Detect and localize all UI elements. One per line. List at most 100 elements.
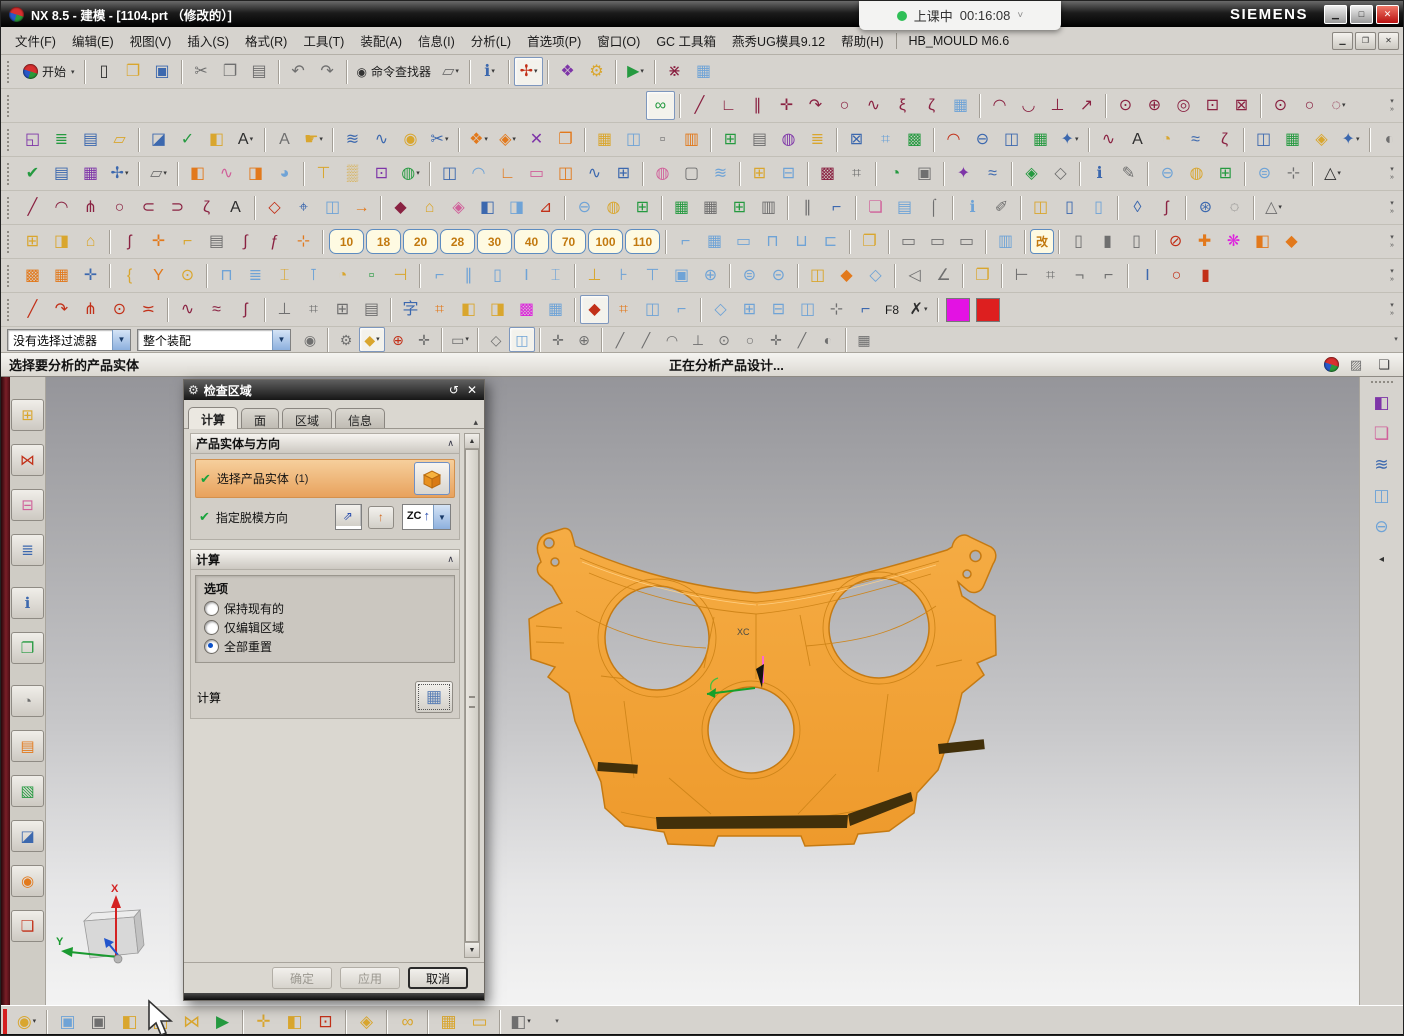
toolbar-icon[interactable]: A: [221, 193, 250, 222]
dropdown-caret-icon[interactable]: ▾: [250, 136, 254, 143]
dropdown-caret-icon[interactable]: ▾: [319, 136, 323, 143]
intersection[interactable]: ○: [1295, 91, 1324, 120]
toolbar-icon[interactable]: ▦: [541, 295, 570, 324]
snap-point[interactable]: ◆▾: [359, 327, 385, 352]
studio-spline[interactable]: ξ: [888, 91, 917, 120]
toolbar-icon[interactable]: ⊺: [299, 261, 328, 290]
fit-view-icon[interactable]: ❏: [1373, 354, 1395, 376]
toolbar-grip[interactable]: [7, 61, 13, 83]
toolbar-icon[interactable]: ◇: [1046, 159, 1075, 188]
dropdown-caret-icon[interactable]: ▾: [527, 1018, 531, 1025]
point-on-curve[interactable]: ⊕: [385, 327, 411, 352]
toolbar-icon[interactable]: ◫: [1026, 193, 1055, 222]
toolbar-icon[interactable]: ◔: [881, 159, 910, 188]
dropdown-caret-icon[interactable]: ▾: [1356, 136, 1360, 143]
chevron-down-icon[interactable]: ˅: [1017, 10, 1023, 21]
interpart-link[interactable]: ∞: [392, 1007, 423, 1036]
toolbar-icon[interactable]: ⊜: [735, 261, 764, 290]
model-part[interactable]: XC: [506, 516, 1006, 856]
toolbar-icon[interactable]: ⊞: [1211, 159, 1240, 188]
toolbar-icon[interactable]: ⊟: [774, 159, 803, 188]
toolbar-icon[interactable]: ◫: [551, 159, 580, 188]
toolbar-icon[interactable]: ⌖: [289, 193, 318, 222]
toolbar-icon[interactable]: ʃ: [231, 295, 260, 324]
make-corner[interactable]: ◎: [1169, 91, 1198, 120]
select-body-button[interactable]: [414, 462, 450, 495]
point[interactable]: ✛: [411, 327, 437, 352]
toolbar-icon[interactable]: ⌐: [1094, 261, 1123, 290]
radio-reset-all[interactable]: 全部重置: [204, 637, 446, 656]
toolbar-icon[interactable]: ⊖: [968, 125, 997, 154]
toolbar-icon[interactable]: ⌠: [919, 193, 948, 222]
toolbar-icon[interactable]: ▥: [991, 227, 1020, 256]
toolbar-icon[interactable]: ╱: [607, 327, 633, 352]
toolbar-icon[interactable]: ⊹: [822, 295, 851, 324]
point[interactable]: ✛: [772, 91, 801, 120]
toolbar-icon[interactable]: ⌗: [299, 295, 328, 324]
toolbar-icon[interactable]: ◍: [599, 193, 628, 222]
toolbar-icon[interactable]: ☛▾: [299, 125, 328, 154]
snapshot[interactable]: ▣: [83, 1007, 114, 1036]
toolbar-icon[interactable]: ▩: [18, 261, 47, 290]
toolbar-icon[interactable]: ʃ: [115, 227, 144, 256]
toolbar-icon[interactable]: ◧: [454, 295, 483, 324]
toolbar-icon[interactable]: ⌗: [609, 295, 638, 324]
tab-scroll-up-icon[interactable]: ▴: [473, 417, 480, 428]
toolbar-icon[interactable]: ◇: [861, 261, 890, 290]
assembly-constraints[interactable]: ⋈: [176, 1007, 207, 1036]
toolbar-icon[interactable]: ◈: [1307, 125, 1336, 154]
right-tool-tube[interactable]: ⊖: [1368, 513, 1396, 540]
toolbar-icon[interactable]: ▤: [745, 125, 774, 154]
toolbar-icon[interactable]: ζ: [192, 193, 221, 222]
toolbar-icon[interactable]: I: [1133, 261, 1162, 290]
toolbar-icon[interactable]: ◨: [502, 193, 531, 222]
toolbar-grip[interactable]: [7, 265, 13, 287]
toolbar-icon[interactable]: ▦: [696, 193, 725, 222]
dropdown-caret-icon[interactable]: ▾: [1337, 170, 1341, 177]
toolbar-icon[interactable]: ∥: [454, 261, 483, 290]
toolbar-icon[interactable]: ⌐: [425, 261, 454, 290]
toolbar-icon[interactable]: ◆: [832, 261, 861, 290]
dialog-menu-icon[interactable]: ⚙: [188, 383, 199, 397]
toolbar-icon[interactable]: ⊹: [289, 227, 318, 256]
toolbar-grip[interactable]: [7, 129, 13, 151]
size-button-40[interactable]: 40: [514, 229, 549, 254]
toolbar-icon[interactable]: ⊛: [1191, 193, 1220, 222]
toolbar-icon[interactable]: ∥: [793, 193, 822, 222]
toolbar-icon[interactable]: ◨: [483, 295, 512, 324]
toolbar-icon[interactable]: ◠: [47, 193, 76, 222]
toolbar-icon[interactable]: A▾: [231, 125, 260, 154]
size-button-28[interactable]: 28: [440, 229, 475, 254]
toolbar-icon[interactable]: ≈: [1181, 125, 1210, 154]
toolbar-icon[interactable]: ℹ: [958, 193, 987, 222]
toolbar-grip[interactable]: [7, 95, 13, 117]
toolbar-icon[interactable]: ✚: [1190, 227, 1219, 256]
toolbar-icon[interactable]: ╱: [789, 327, 815, 352]
dropdown-caret-icon[interactable]: ▾: [1342, 102, 1346, 109]
menu-item-9[interactable]: 首选项(P): [519, 27, 589, 54]
toolbar-icon[interactable]: ▱: [105, 125, 134, 154]
toolbar-icon[interactable]: ≣: [803, 125, 832, 154]
vector-type-combo[interactable]: ZC ↑ ▼: [402, 504, 451, 530]
toolbar-icon[interactable]: ⊤: [638, 261, 667, 290]
toolbar-icon[interactable]: A: [270, 125, 299, 154]
toolbar-icon[interactable]: ⌐: [667, 295, 696, 324]
bottom-toolbar-overflow[interactable]: ▾: [550, 1018, 564, 1026]
toolbar-icon[interactable]: I: [512, 261, 541, 290]
redo[interactable]: ↷: [313, 57, 342, 86]
dropdown-caret-icon[interactable]: ▾: [924, 306, 928, 313]
selection-scope-combo[interactable]: 整个装配 ▼: [137, 329, 291, 351]
toolbar-icon[interactable]: ✛: [144, 227, 173, 256]
toolbar-icon[interactable]: ⋔: [76, 193, 105, 222]
toolbar-icon[interactable]: △▾: [1259, 193, 1288, 222]
toolbar-icon[interactable]: ❏: [861, 193, 890, 222]
toolbar-icon[interactable]: ◌: [1220, 193, 1249, 222]
resource-tab-assembly-navigator[interactable]: ⊞: [11, 399, 44, 431]
toolbar-grip[interactable]: [7, 163, 13, 185]
snap-point[interactable]: ⋇: [660, 57, 689, 86]
toolbar-icon[interactable]: ⌶: [541, 261, 570, 290]
chamfer[interactable]: ◡: [1014, 91, 1043, 120]
toolbar-icon[interactable]: ℹ: [1085, 159, 1114, 188]
toolbar-icon[interactable]: ⊖: [570, 193, 599, 222]
tab-calculate[interactable]: 计算: [188, 407, 238, 429]
